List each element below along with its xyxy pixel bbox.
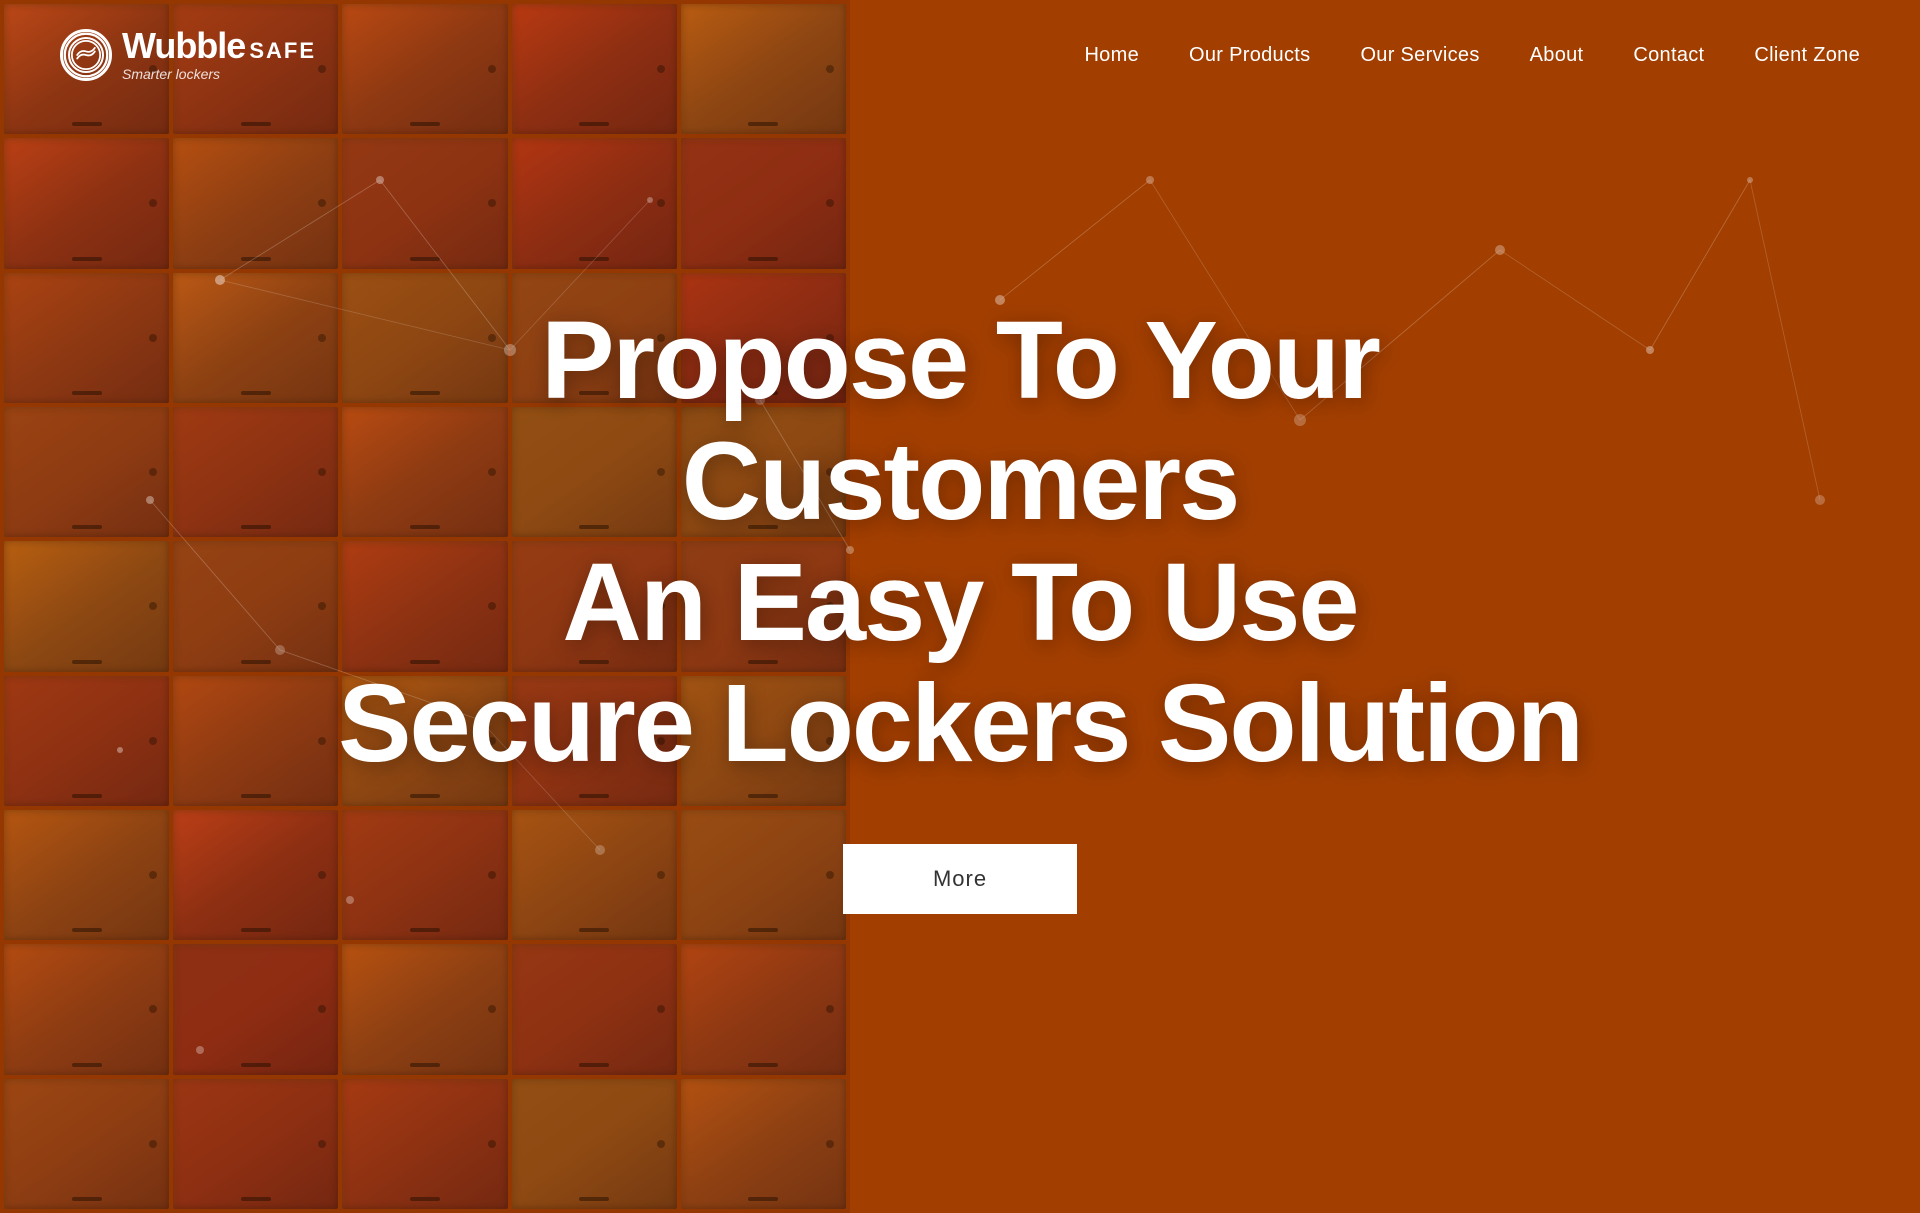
brand-name: Wubble [122,28,245,64]
hero-title: Propose To Your Customers An Easy To Use… [310,300,1610,784]
brand-safe: SAFE [249,38,316,64]
nav-links: Home Our Products Our Services About Con… [1084,44,1860,67]
logo-text: Wubble SAFE Smarter lockers [122,28,316,82]
nav-item-contact[interactable]: Contact [1633,44,1704,67]
nav-item-products[interactable]: Our Products [1189,44,1310,67]
hero-title-line2: An Easy To Use [562,541,1357,664]
nav-link-services[interactable]: Our Services [1360,44,1479,66]
logo[interactable]: Wubble SAFE Smarter lockers [60,28,316,82]
nav-link-products[interactable]: Our Products [1189,44,1310,66]
hero-title-line1: Propose To Your Customers [541,299,1379,543]
nav-item-home[interactable]: Home [1084,44,1139,67]
hero-title-line3: Secure Lockers Solution [338,662,1582,785]
nav-item-about[interactable]: About [1530,44,1584,67]
nav-link-about[interactable]: About [1530,44,1584,66]
nav-item-client-zone[interactable]: Client Zone [1754,44,1860,67]
logo-icon [60,29,112,81]
hero-content: Propose To Your Customers An Easy To Use… [310,300,1610,914]
brand-tagline: Smarter lockers [122,66,316,82]
hero-section: Wubble SAFE Smarter lockers Home Our Pro… [0,0,1920,1213]
more-button[interactable]: More [843,844,1077,914]
nav-link-contact[interactable]: Contact [1633,44,1704,66]
main-nav: Wubble SAFE Smarter lockers Home Our Pro… [0,0,1920,110]
nav-item-services[interactable]: Our Services [1360,44,1479,67]
nav-link-client-zone[interactable]: Client Zone [1754,44,1860,66]
nav-link-home[interactable]: Home [1084,44,1139,66]
